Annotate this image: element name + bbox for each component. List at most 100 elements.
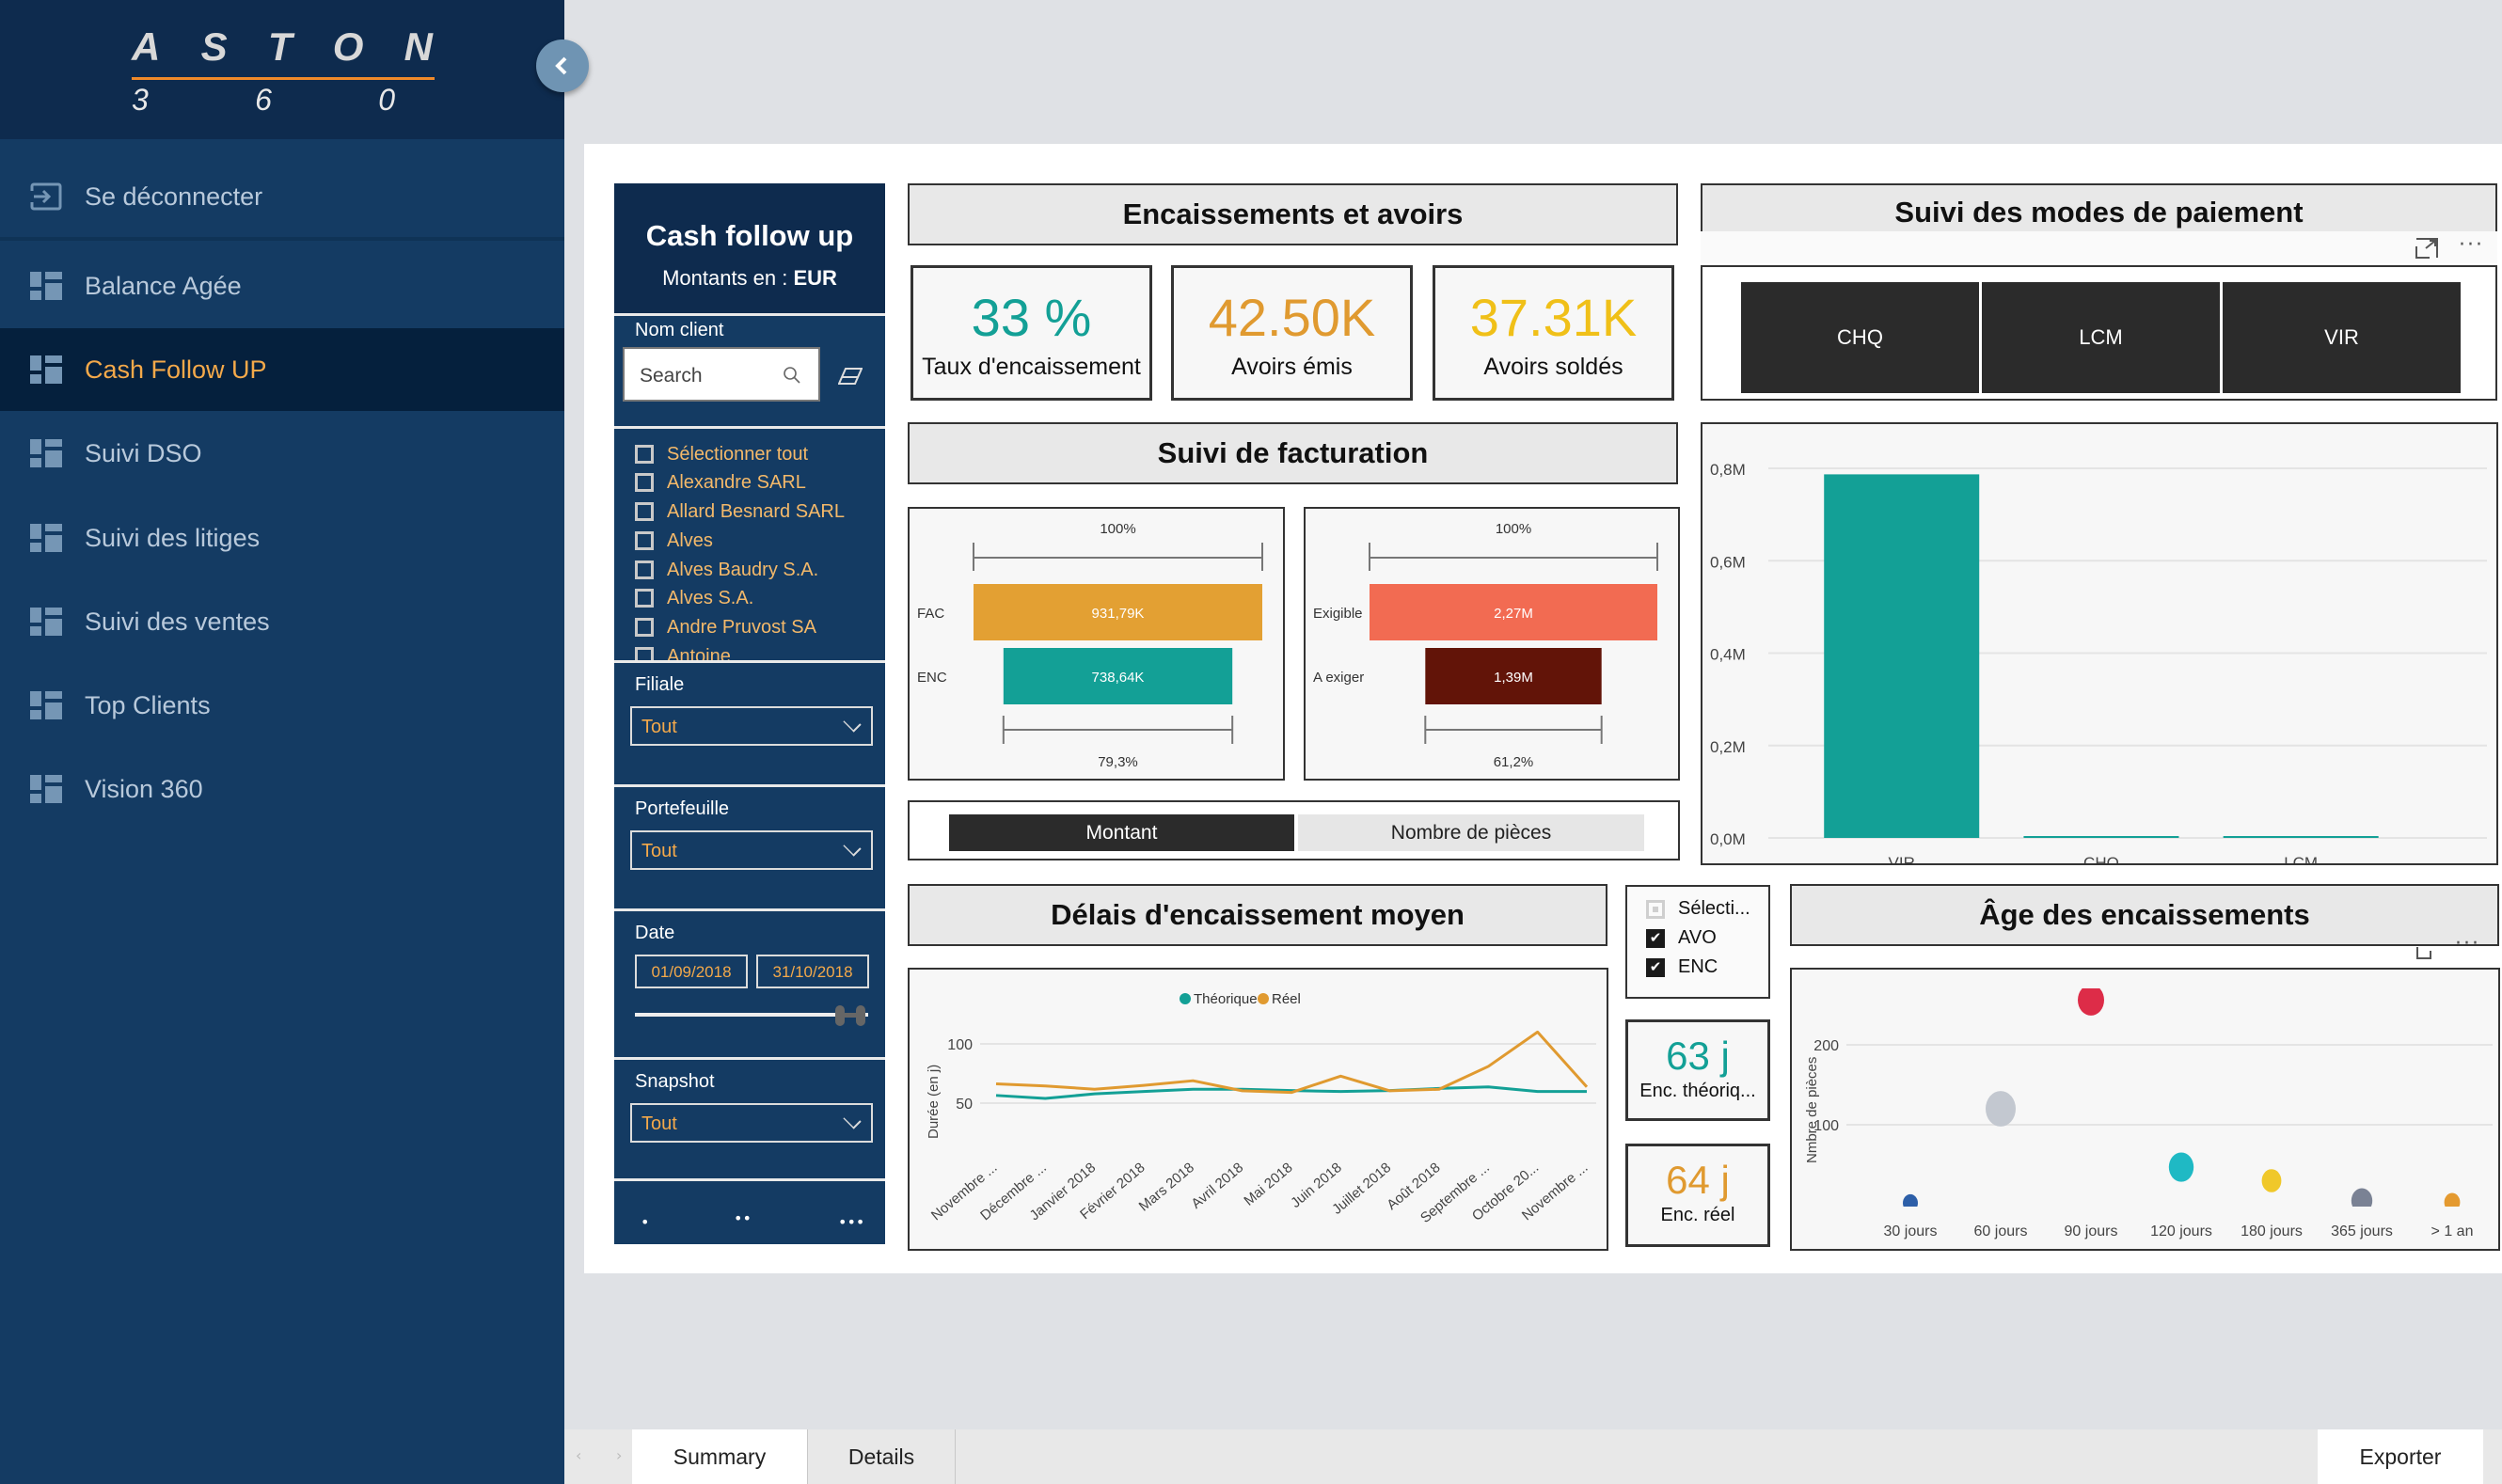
export-button[interactable]: Exporter	[2318, 1429, 2483, 1484]
series-line-rel	[995, 1030, 1589, 1095]
focus-mode-icon[interactable]	[2415, 237, 2439, 260]
checkbox[interactable]	[635, 531, 654, 550]
logo-number: 3 6 0	[132, 83, 395, 118]
y-tick-label: 0,4M	[1710, 646, 1746, 664]
delais-line-chart[interactable]: Théorique Réel 50 100 Durée (en j) Novembre .…	[908, 968, 1608, 1251]
sidebar-item-vision-360[interactable]: Vision 360	[0, 748, 564, 830]
mode-button-lcm[interactable]: LCM	[1982, 282, 2220, 393]
client-item[interactable]: Alexandre SARL	[635, 468, 806, 497]
date-range-slider[interactable]	[635, 1013, 868, 1017]
sidebar-item-suivi-dso[interactable]: Suivi DSO	[0, 412, 564, 495]
scatter-point	[2444, 1192, 2461, 1207]
page-tabs-bar: ‹ › Summary Details Exporter	[564, 1429, 2502, 1484]
facturation-header: Suivi de facturation	[908, 422, 1678, 484]
dashboard-icon	[30, 524, 62, 552]
sidebar-item-balance-agee[interactable]: Balance Agée	[0, 245, 564, 327]
mode-button-chq[interactable]: CHQ	[1741, 282, 1979, 393]
focus-mode-icon[interactable]	[2415, 943, 2440, 960]
page-dot-2[interactable]: ••	[734, 1209, 752, 1227]
type-item-avo[interactable]: ✔ AVO	[1646, 927, 1717, 949]
logout-icon	[30, 182, 62, 211]
tab-summary[interactable]: Summary	[632, 1429, 807, 1484]
currency-label: Montants en :	[662, 266, 794, 290]
filter-panel-header: Cash follow up Montants en : EUR	[614, 183, 885, 313]
funnel-bottom-label: 79,3%	[1098, 754, 1138, 770]
checkbox[interactable]	[635, 589, 654, 608]
checkbox-checked[interactable]: ✔	[1646, 928, 1665, 948]
checkbox-checked[interactable]: ✔	[1646, 957, 1665, 977]
snapshot-dropdown[interactable]: Tout	[630, 1103, 873, 1143]
checkbox[interactable]	[635, 502, 654, 521]
toggle-montant[interactable]: Montant	[949, 814, 1294, 851]
tab-scroll-right-icon[interactable]: ›	[616, 1446, 622, 1464]
x-tick-label: 180 jours	[2241, 1224, 2303, 1239]
mode-button-vir[interactable]: VIR	[2223, 282, 2461, 393]
eraser-icon[interactable]	[838, 368, 863, 385]
snapshot-label: Snapshot	[635, 1071, 715, 1092]
tab-details[interactable]: Details	[807, 1429, 956, 1484]
client-item-label: Antoine	[667, 645, 731, 661]
client-item-select-all[interactable]: Sélectionner tout	[635, 440, 808, 468]
search-placeholder: Search	[640, 365, 703, 387]
sidebar-item-suivi-litiges[interactable]: Suivi des litiges	[0, 497, 564, 579]
client-item[interactable]: Allard Besnard SARL	[635, 497, 845, 526]
tab-scroll-left-icon[interactable]: ‹	[576, 1446, 581, 1464]
page-dot-3[interactable]: •••	[838, 1213, 864, 1231]
funnel-value-label: 931,79K	[1092, 606, 1145, 622]
chevron-left-icon	[555, 56, 567, 75]
kpi-taux-encaissement[interactable]: 33 % Taux d'encaissement	[911, 265, 1152, 401]
funnel-exigible[interactable]: 100% 2,27M Exigible 1,39M A exiger 61,2%	[1304, 507, 1680, 781]
funnel-chart: 100% 931,79K FAC 738,64K ENC 79,3%	[917, 521, 1263, 770]
logo-letter: N	[404, 24, 433, 69]
section-title: Délais d'encaissement moyen	[1051, 898, 1465, 931]
bar	[2223, 836, 2379, 838]
sidebar-item-top-clients[interactable]: Top Clients	[0, 664, 564, 747]
client-item[interactable]: Alves Baudry S.A.	[635, 556, 818, 584]
funnel-fac-enc[interactable]: 100% 931,79K FAC 738,64K ENC 79,3%	[908, 507, 1285, 781]
snapshot-value: Tout	[641, 1113, 677, 1134]
checkbox-partial[interactable]	[1646, 899, 1665, 919]
type-item-label: Sélecti...	[1678, 898, 1750, 919]
sidebar-item-cash-follow-up[interactable]: Cash Follow UP	[0, 328, 564, 411]
sidebar-item-logout[interactable]: Se déconnecter	[0, 155, 564, 238]
date-to-input[interactable]: 31/10/2018	[756, 955, 869, 988]
kpi-avoirs-soldes[interactable]: 37.31K Avoirs soldés	[1433, 265, 1674, 401]
sidebar-item-label: Balance Agée	[85, 271, 242, 300]
logo-underline	[132, 77, 435, 80]
section-title: Âge des encaissements	[1979, 898, 2310, 931]
x-tick-label: 365 jours	[2331, 1224, 2393, 1239]
client-item[interactable]: Alves S.A.	[635, 584, 753, 612]
checkbox[interactable]	[635, 445, 654, 464]
client-item[interactable]: Alves	[635, 527, 713, 555]
kpi-label: Taux d'encaissement	[922, 354, 1141, 380]
client-item[interactable]: Andre Pruvost SA	[635, 613, 816, 641]
checkbox[interactable]	[635, 647, 654, 660]
age-scatter-chart[interactable]: 100 200 Nmbre de pièces 30 jours 60 jours 90 …	[1790, 968, 2500, 1251]
card-enc-reel[interactable]: 64 j Enc. réel	[1625, 1144, 1770, 1247]
checkbox[interactable]	[635, 473, 654, 492]
sidebar-item-suivi-ventes[interactable]: Suivi des ventes	[0, 580, 564, 663]
portefeuille-dropdown[interactable]: Tout	[630, 830, 873, 870]
modes-bar-chart[interactable]: 0,0M 0,2M 0,4M 0,6M 0,8M VIR CHQ LCM	[1701, 422, 2498, 872]
client-search-input[interactable]: Search	[623, 347, 820, 402]
checkbox[interactable]	[635, 560, 654, 579]
filiale-dropdown[interactable]: Tout	[630, 706, 873, 746]
type-item-select-all[interactable]: Sélecti...	[1646, 898, 1750, 920]
date-slicer: Date 01/09/2018 31/10/2018	[614, 908, 885, 1057]
kpi-value: 33 %	[971, 288, 1092, 347]
toggle-nombre-pieces[interactable]: Nombre de pièces	[1298, 814, 1644, 851]
more-options-icon[interactable]: ···	[2455, 932, 2480, 955]
collapse-sidebar-button[interactable]	[536, 39, 589, 92]
bar-chart: 0,0M 0,2M 0,4M 0,6M 0,8M VIR CHQ LCM	[1710, 461, 2487, 872]
client-item-label: Sélectionner tout	[667, 443, 809, 465]
x-tick-label: LCM	[2284, 854, 2318, 863]
client-item[interactable]: Antoine	[635, 642, 731, 660]
date-from-input[interactable]: 01/09/2018	[635, 955, 748, 988]
more-options-icon[interactable]: ···	[2459, 233, 2484, 257]
kpi-avoirs-emis[interactable]: 42.50K Avoirs émis	[1171, 265, 1413, 401]
checkbox[interactable]	[635, 618, 654, 637]
card-enc-theorique[interactable]: 63 j Enc. théoriq...	[1625, 1019, 1770, 1121]
type-item-enc[interactable]: ✔ ENC	[1646, 956, 1718, 978]
logo-letter: O	[332, 24, 364, 69]
page-dot-1[interactable]: •	[641, 1213, 649, 1231]
